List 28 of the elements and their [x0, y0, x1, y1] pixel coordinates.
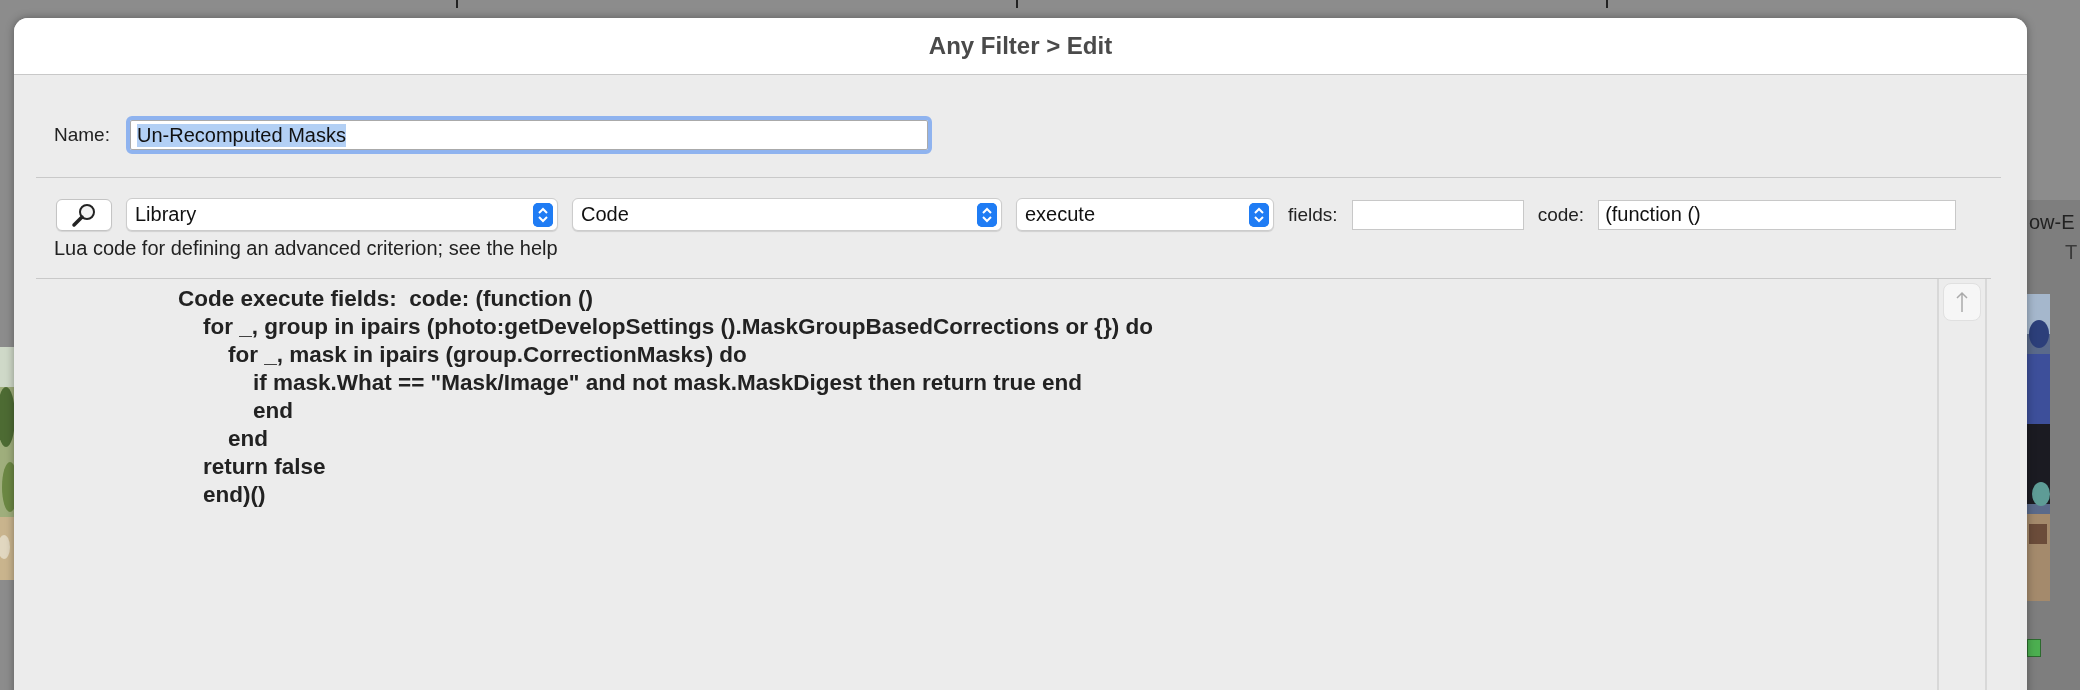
background-label: ow-E: [2028, 210, 2076, 234]
popup-menu[interactable]: Code: [572, 198, 1002, 231]
color-label-icon: [2027, 639, 2041, 657]
search-icon: [71, 201, 97, 228]
help-text: Lua code for defining an advanced criterion; see the help: [53, 236, 559, 260]
code-line: end: [252, 397, 295, 425]
code-line: end: [227, 425, 269, 453]
code-field[interactable]: (function (): [1598, 199, 1957, 230]
chevron-icon: [1249, 202, 1269, 227]
code-line: if mask.What == "Mask/Image" and not mask.MaskDigest then return true end: [252, 369, 1084, 397]
code-label: code:: [1537, 203, 1585, 226]
fields-field[interactable]: [1351, 199, 1524, 230]
code-line: return false: [202, 453, 327, 481]
code-line: for _, group in ipairs (photo:getDevelopSettings ().MaskGroupBasedCorrections or {}) do: [202, 313, 1155, 341]
name-label: Name:: [54, 124, 110, 146]
scroll-up-button[interactable]: [1943, 283, 1981, 321]
fields-label: fields:: [1288, 203, 1338, 226]
search-button[interactable]: [56, 198, 112, 231]
chevron-icon: [977, 202, 997, 227]
chevron-icon: [533, 202, 553, 227]
code-line: end)(): [202, 481, 267, 509]
popup-menu[interactable]: Library: [126, 198, 558, 231]
background-label: T: [2064, 240, 2079, 264]
popup-menu[interactable]: execute: [1016, 198, 1274, 231]
code-line: for _, mask in ipairs (group.CorrectionMasks) do: [227, 341, 748, 369]
dialog-title: Any Filter > Edit: [928, 32, 1113, 60]
up-arrow-icon: [1955, 291, 1969, 313]
code-line: Code execute fields: code: (function (): [178, 285, 595, 313]
